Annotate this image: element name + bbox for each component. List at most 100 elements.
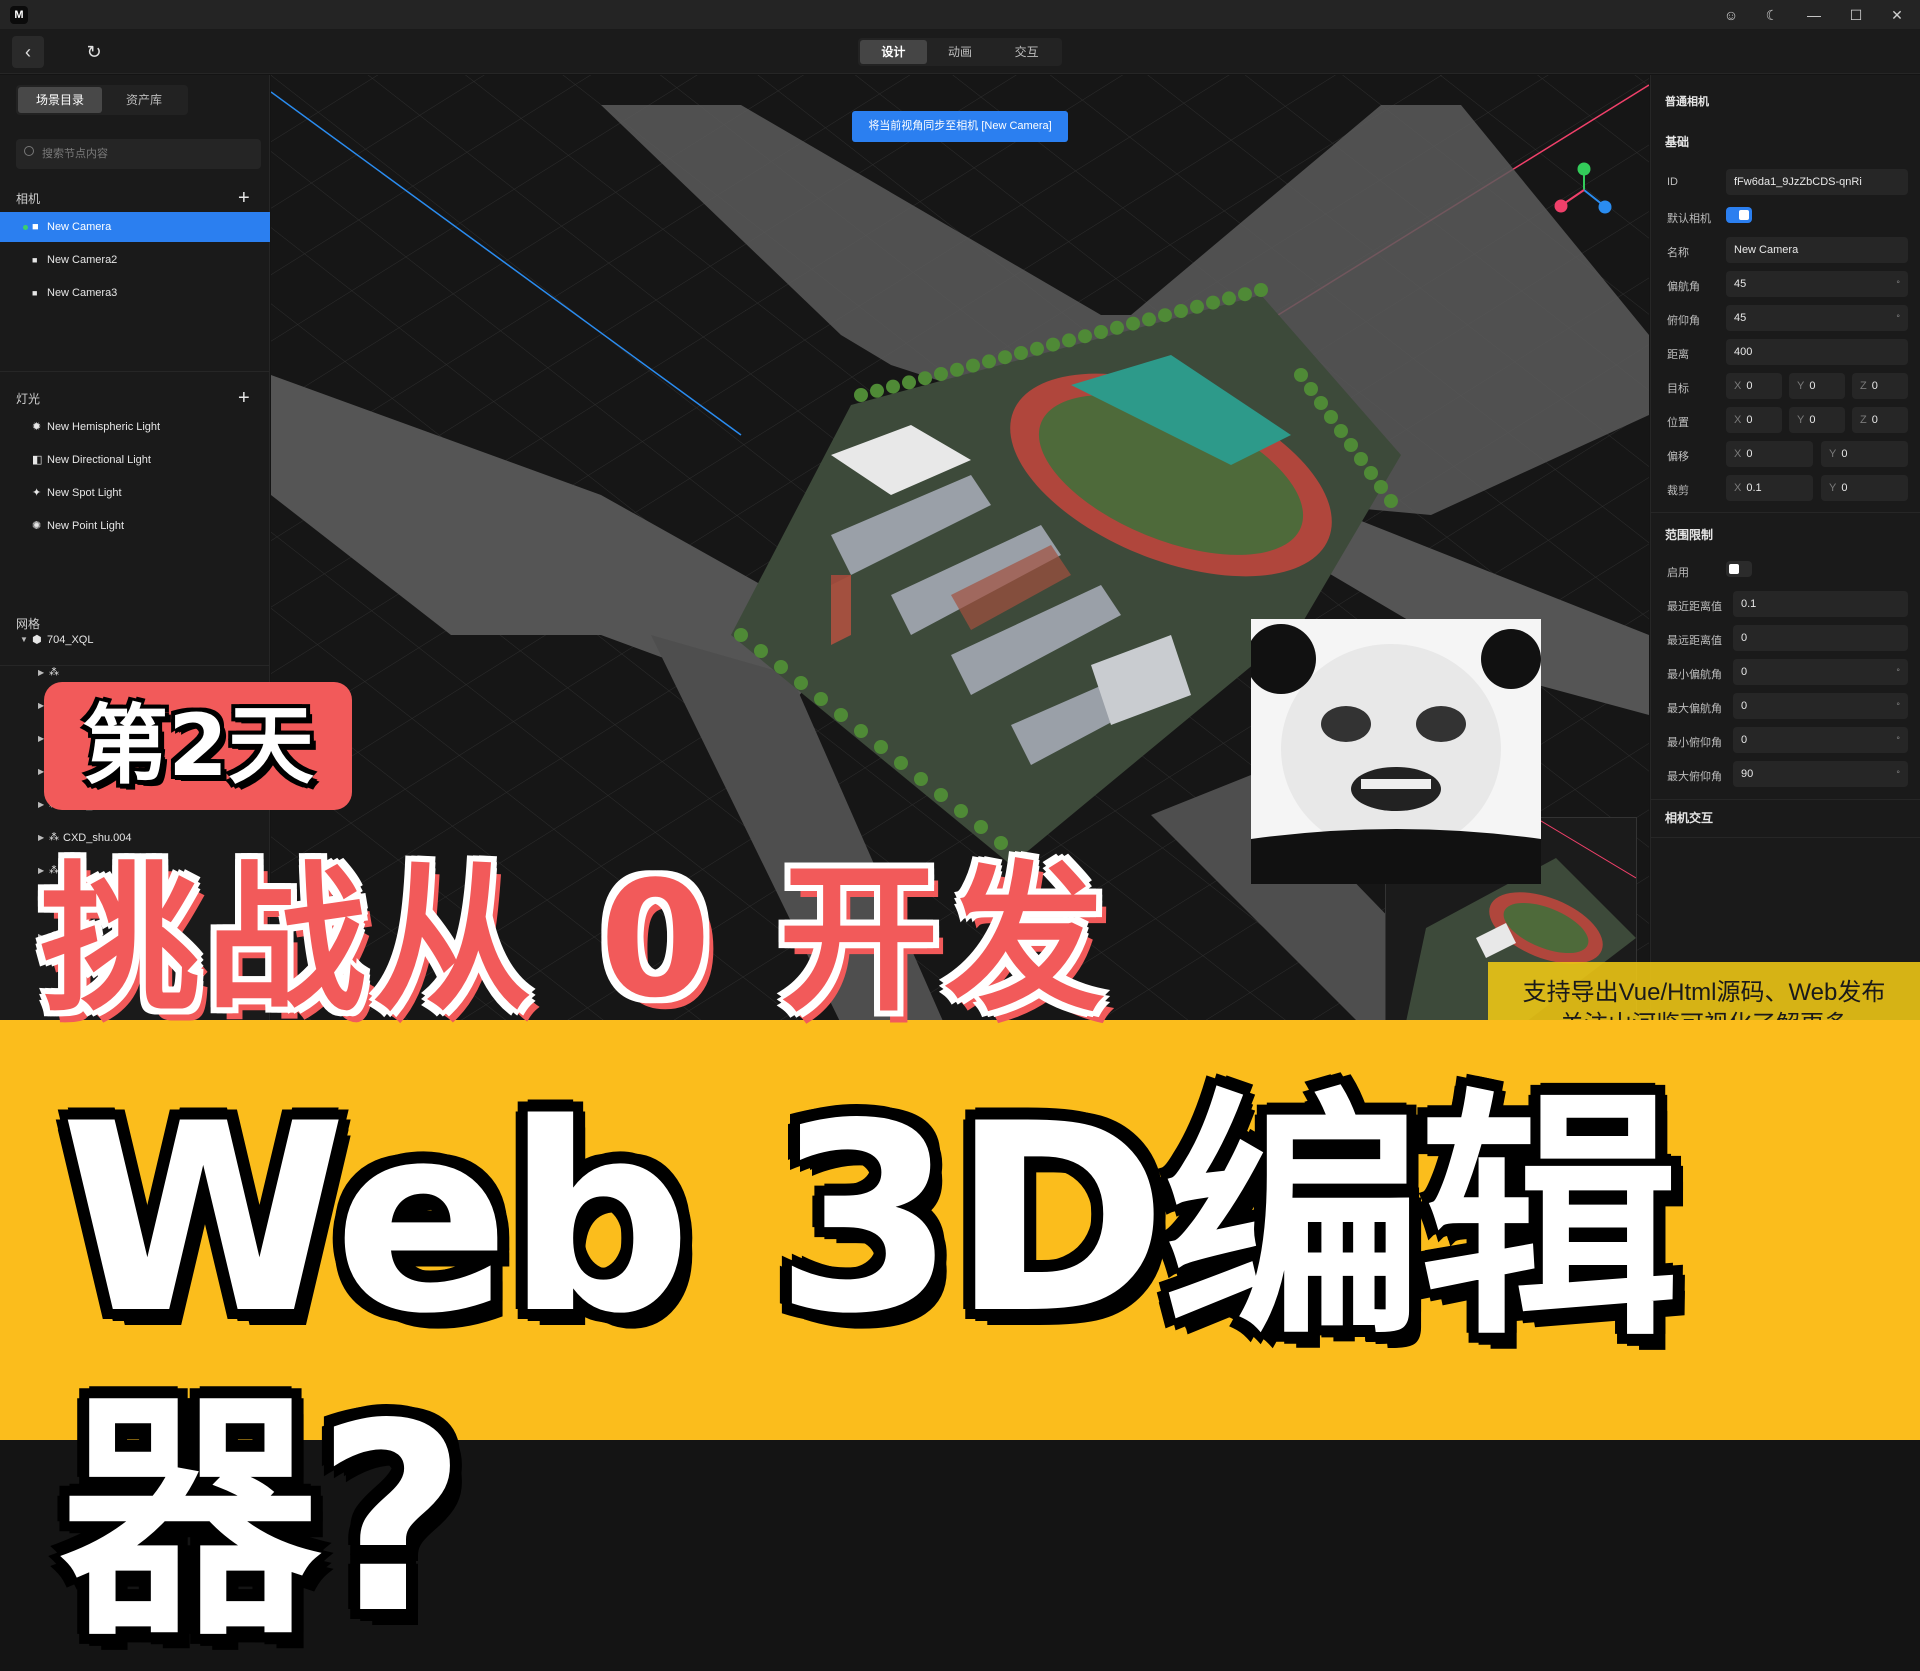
clip-x-field[interactable]: X 0.1 xyxy=(1726,475,1813,501)
light-item-label: New Directional Light xyxy=(47,454,151,466)
min-pitch-label: 最小俯仰角 xyxy=(1667,737,1722,749)
distance-field[interactable]: 400 xyxy=(1726,339,1908,365)
light-item[interactable]: ✦ New Spot Light xyxy=(0,478,270,508)
tree xyxy=(1206,295,1220,310)
degree-unit: ° xyxy=(1896,667,1900,677)
camera-item-label: New Camera xyxy=(47,221,112,233)
enable-limits-toggle[interactable] xyxy=(1726,561,1752,577)
yaw-field[interactable]: 45 ° xyxy=(1726,271,1908,297)
degree-unit: ° xyxy=(1896,735,1900,745)
maximize-button[interactable]: ☐ xyxy=(1836,0,1876,30)
distance-label: 距离 xyxy=(1667,349,1689,361)
target-y-field[interactable]: Y0 xyxy=(1789,373,1845,399)
degree-unit: ° xyxy=(1896,701,1900,711)
tab-interaction[interactable]: 交互 xyxy=(993,40,1060,64)
tree xyxy=(1142,312,1156,327)
mode-tabs: 设计 动画 交互 xyxy=(858,38,1062,66)
tree xyxy=(1254,283,1268,297)
node-search-input[interactable] xyxy=(42,139,252,169)
tree xyxy=(1014,346,1028,360)
add-camera-button[interactable]: + xyxy=(238,188,250,208)
min-distance-label: 最近距离值 xyxy=(1667,601,1722,613)
building-wall xyxy=(831,575,851,645)
id-label: ID xyxy=(1667,176,1678,188)
tree xyxy=(1030,341,1044,356)
degree-unit: ° xyxy=(1896,279,1900,289)
cameras-section-title: 相机 xyxy=(16,192,41,206)
max-yaw-field[interactable]: 0 ° xyxy=(1733,693,1908,719)
mesh-root-label: 704_XQL xyxy=(47,634,94,646)
min-distance-field[interactable]: 0.1 xyxy=(1733,591,1908,617)
id-field[interactable]: fFw6da1_9JzZbCDS-qnRi xyxy=(1726,169,1908,195)
promo-caption: 支持导出Vue/Html源码、Web发布 关注山河鉴可视化了解更多 xyxy=(1488,962,1920,1020)
tree xyxy=(754,644,768,658)
panel-header: 普通相机 xyxy=(1665,96,1709,108)
enable-limits-label: 启用 xyxy=(1667,567,1689,579)
clip-y-field[interactable]: Y0 xyxy=(1821,475,1908,501)
position-y-field[interactable]: Y0 xyxy=(1789,407,1845,433)
tab-design[interactable]: 设计 xyxy=(860,40,927,64)
promo-line-1: 支持导出Vue/Html源码、Web发布 xyxy=(1522,979,1886,1006)
search-icon xyxy=(24,146,34,156)
target-x-field[interactable]: X0 xyxy=(1726,373,1782,399)
tree xyxy=(1304,382,1318,396)
expand-caret-icon[interactable]: ▼ xyxy=(20,625,30,655)
minimize-button[interactable]: — xyxy=(1794,0,1834,30)
tab-asset-library[interactable]: 资产库 xyxy=(102,87,186,113)
camera-item[interactable]: ■ New Camera3 xyxy=(0,278,270,308)
tab-scene-tree[interactable]: 场景目录 xyxy=(18,87,102,113)
position-x-field[interactable]: X0 xyxy=(1726,407,1782,433)
close-button[interactable]: ✕ xyxy=(1877,0,1917,30)
assistant-icon[interactable]: ☺ xyxy=(1711,0,1751,30)
light-item[interactable]: ✹ New Hemispheric Light xyxy=(0,412,270,442)
light-item[interactable]: ◧ New Directional Light xyxy=(0,445,270,475)
gizmo-x-handle xyxy=(1554,199,1568,213)
tree xyxy=(1238,287,1252,302)
offset-y-field[interactable]: Y0 xyxy=(1821,441,1908,467)
refresh-button[interactable]: ↻ xyxy=(78,36,110,68)
headline-challenge: 挑战从 0 开发 xyxy=(40,846,1111,1033)
tree xyxy=(954,804,968,818)
light-item[interactable]: ✺ New Point Light xyxy=(0,511,270,541)
min-pitch-field[interactable]: 0 ° xyxy=(1733,727,1908,753)
back-button[interactable]: ‹ xyxy=(12,36,44,68)
tree xyxy=(814,692,828,706)
add-light-button[interactable]: + xyxy=(238,388,250,408)
tree xyxy=(1174,304,1188,318)
limits-section-title: 范围限制 xyxy=(1665,528,1714,542)
camera-item[interactable]: ■ New Camera xyxy=(0,212,270,242)
pitch-label: 俯仰角 xyxy=(1667,315,1700,327)
point-light-icon: ✺ xyxy=(32,520,42,532)
tab-animation[interactable]: 动画 xyxy=(927,40,994,64)
spot-light-icon: ✦ xyxy=(32,487,42,499)
tree xyxy=(998,350,1012,365)
title-bar: M ☺ ☾ — ☐ ✕ xyxy=(0,0,1920,30)
section-divider xyxy=(1651,799,1920,800)
max-distance-field[interactable]: 0 xyxy=(1733,625,1908,651)
light-item-label: New Spot Light xyxy=(47,487,122,499)
yaw-label: 偏航角 xyxy=(1667,281,1700,293)
sync-view-to-camera-button[interactable]: 将当前视角同步至相机 [New Camera] xyxy=(852,111,1068,142)
theme-moon-icon[interactable]: ☾ xyxy=(1752,0,1792,30)
hemispheric-light-icon: ✹ xyxy=(32,421,42,433)
min-yaw-field[interactable]: 0 ° xyxy=(1733,659,1908,685)
default-camera-toggle[interactable] xyxy=(1726,207,1752,223)
target-z-field[interactable]: Z0 xyxy=(1852,373,1908,399)
name-field[interactable]: New Camera xyxy=(1726,237,1908,263)
pitch-field[interactable]: 45 ° xyxy=(1726,305,1908,331)
tree xyxy=(966,358,980,373)
max-pitch-field[interactable]: 90 ° xyxy=(1733,761,1908,787)
position-label: 位置 xyxy=(1667,417,1689,429)
directional-light-icon: ◧ xyxy=(32,454,43,466)
section-divider xyxy=(1651,837,1920,838)
position-z-field[interactable]: Z0 xyxy=(1852,407,1908,433)
offset-x-field[interactable]: X0 xyxy=(1726,441,1813,467)
mesh-root-item[interactable]: ▼ ⬢ 704_XQL xyxy=(0,625,270,655)
basic-section-title: 基础 xyxy=(1665,135,1690,149)
name-label: 名称 xyxy=(1667,247,1689,259)
tree xyxy=(1222,291,1236,306)
camera-item[interactable]: ■ New Camera2 xyxy=(0,245,270,275)
default-camera-label: 默认相机 xyxy=(1667,213,1711,225)
app-logo: M xyxy=(10,6,28,24)
max-pitch-label: 最大俯仰角 xyxy=(1667,771,1722,783)
